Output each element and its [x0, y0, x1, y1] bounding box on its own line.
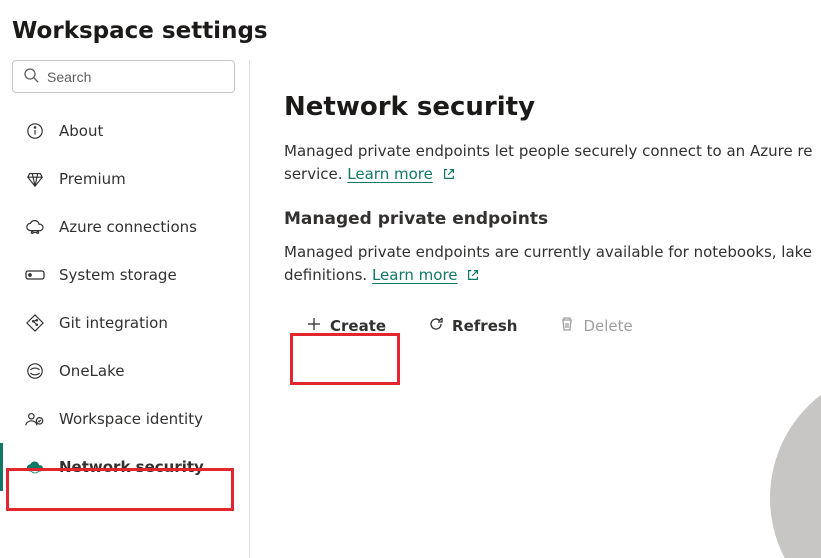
sidebar-item-azure-connections[interactable]: Azure connections: [0, 203, 247, 251]
external-link-icon: [442, 167, 456, 181]
sidebar-item-label: Git integration: [59, 314, 168, 332]
sidebar-item-label: About: [59, 122, 103, 140]
external-link-icon: [466, 268, 480, 282]
sidebar-item-label: System storage: [59, 266, 177, 284]
sidebar: About Premium Azure connections: [0, 60, 250, 558]
cloud-link-icon: [25, 217, 45, 237]
sidebar-item-premium[interactable]: Premium: [0, 155, 247, 203]
main-heading: Network security: [284, 92, 821, 122]
sidebar-item-system-storage[interactable]: System storage: [0, 251, 247, 299]
sidebar-item-label: Workspace identity: [59, 410, 203, 428]
button-label: Create: [330, 317, 386, 335]
sidebar-item-label: Premium: [59, 170, 126, 188]
cloud-shield-icon: [25, 457, 45, 477]
page-title: Workspace settings: [0, 0, 821, 60]
refresh-button[interactable]: Refresh: [418, 310, 527, 342]
learn-more-link-1[interactable]: Learn more: [347, 165, 433, 183]
diamond-icon: [25, 169, 45, 189]
git-icon: [25, 313, 45, 333]
identity-icon: [25, 409, 45, 429]
nav-list: About Premium Azure connections: [0, 107, 247, 491]
search-field[interactable]: [47, 69, 228, 85]
sidebar-item-label: Network security: [59, 458, 204, 476]
sidebar-item-git-integration[interactable]: Git integration: [0, 299, 247, 347]
sidebar-item-label: OneLake: [59, 362, 124, 380]
sidebar-item-workspace-identity[interactable]: Workspace identity: [0, 395, 247, 443]
button-label: Delete: [583, 317, 632, 335]
sidebar-item-network-security[interactable]: Network security: [0, 443, 247, 491]
sidebar-item-about[interactable]: About: [0, 107, 247, 155]
plus-icon: [306, 316, 322, 336]
create-button[interactable]: Create: [296, 310, 396, 342]
button-label: Refresh: [452, 317, 517, 335]
refresh-icon: [428, 316, 444, 336]
description-2: Managed private endpoints are currently …: [284, 241, 821, 286]
empty-state-illustration: [770, 368, 821, 558]
onelake-icon: [25, 361, 45, 381]
storage-icon: [25, 265, 45, 285]
toolbar: Create Refresh Delete: [284, 310, 821, 342]
sidebar-item-onelake[interactable]: OneLake: [0, 347, 247, 395]
delete-button: Delete: [549, 310, 642, 342]
main-content: Network security Managed private endpoin…: [250, 60, 821, 558]
search-input[interactable]: [12, 60, 235, 93]
info-icon: [25, 121, 45, 141]
sub-heading: Managed private endpoints: [284, 209, 821, 229]
description-1: Managed private endpoints let people sec…: [284, 140, 821, 185]
sidebar-item-label: Azure connections: [59, 218, 197, 236]
search-icon: [23, 67, 39, 87]
learn-more-link-2[interactable]: Learn more: [372, 266, 458, 284]
trash-icon: [559, 316, 575, 336]
